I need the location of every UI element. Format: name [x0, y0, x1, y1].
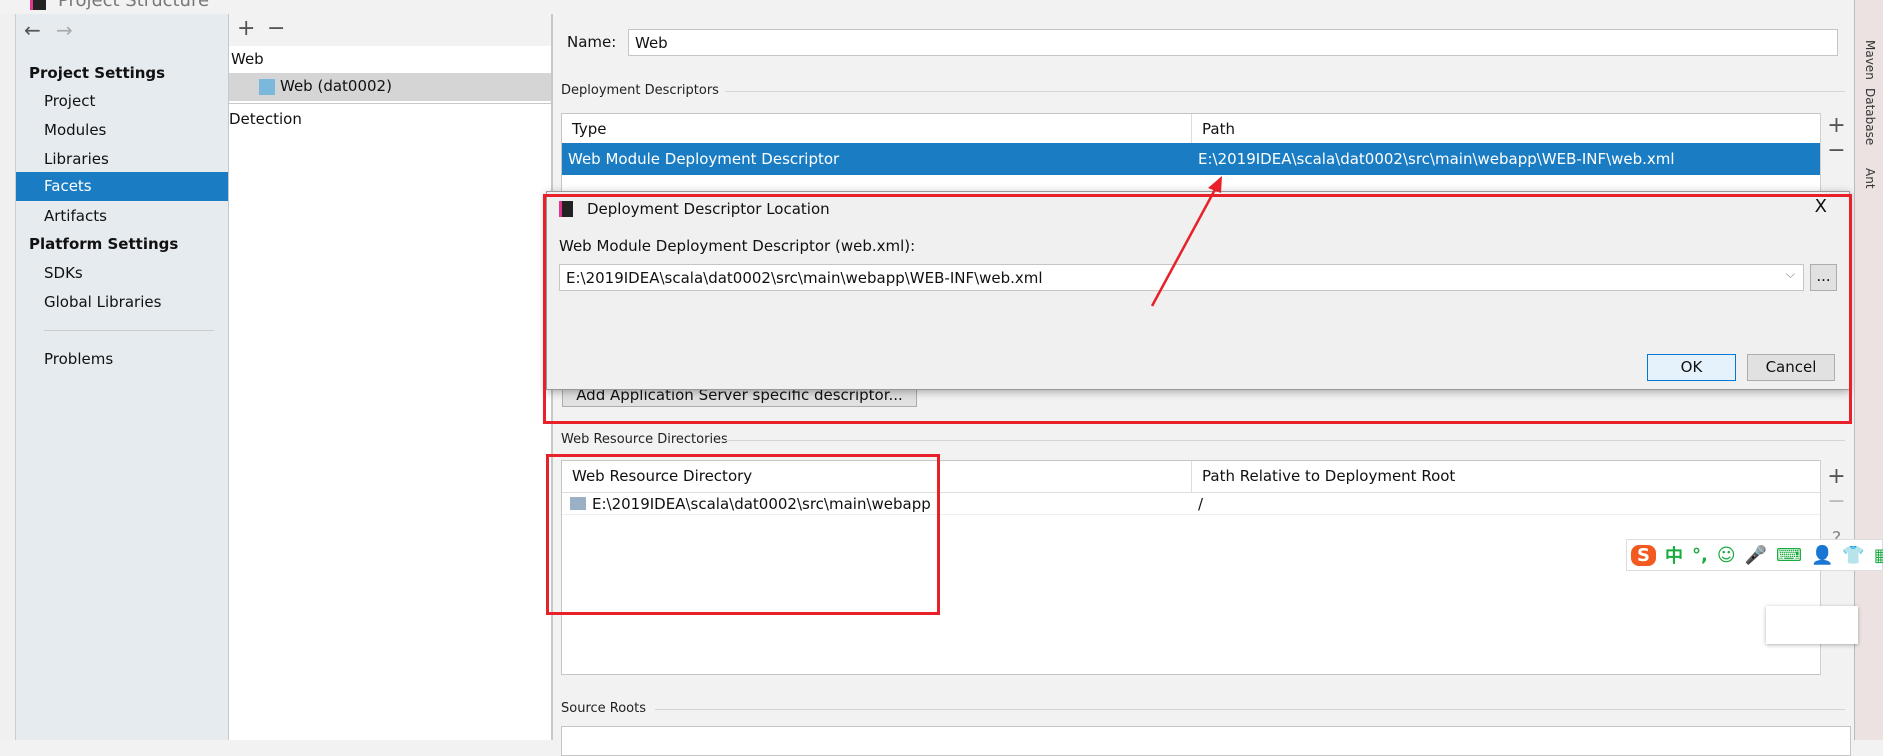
- skin-icon[interactable]: 👕: [1842, 545, 1864, 566]
- window-thumbnail-preview[interactable]: [1766, 606, 1858, 644]
- ime-toolbar: S 中 °, ☺ 🎤 ⌨ 👤 👕 ▦: [1626, 539, 1883, 571]
- microphone-icon[interactable]: 🎤: [1745, 545, 1767, 566]
- punctuation-icon[interactable]: °,: [1692, 545, 1708, 566]
- annotation-arrow: [1150, 176, 1222, 307]
- tool-tab-maven[interactable]: Maven: [1863, 40, 1877, 80]
- tool-tab-ant[interactable]: Ant: [1863, 168, 1877, 189]
- user-icon[interactable]: 👤: [1811, 545, 1833, 566]
- emoji-icon[interactable]: ☺: [1717, 545, 1736, 566]
- toolbox-icon[interactable]: ▦: [1874, 545, 1883, 566]
- chinese-mode-icon[interactable]: 中: [1665, 542, 1683, 568]
- tool-tab-database[interactable]: Database: [1863, 88, 1877, 145]
- sogou-logo-icon[interactable]: S: [1631, 544, 1656, 566]
- ide-tool-strip: Maven Database Ant: [1854, 0, 1883, 740]
- keyboard-icon[interactable]: ⌨: [1776, 545, 1802, 566]
